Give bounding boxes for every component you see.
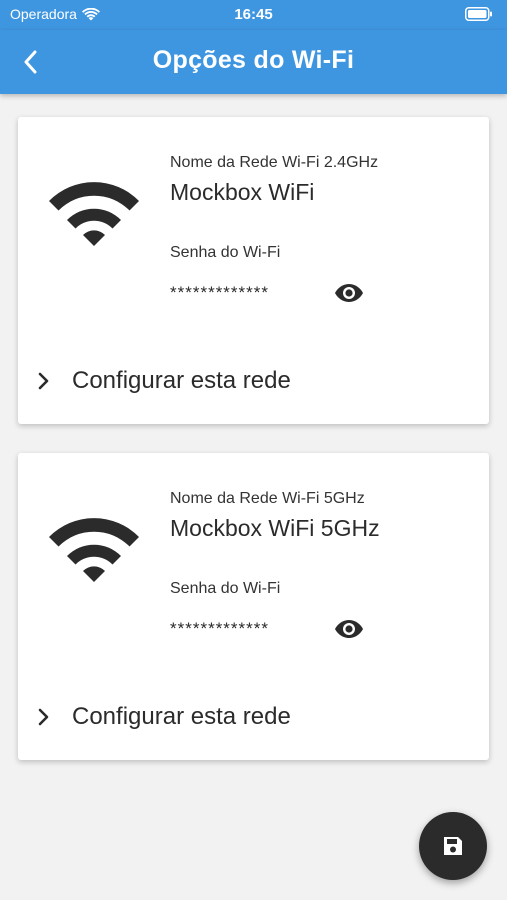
password-value: *************	[170, 283, 270, 302]
chevron-right-icon	[38, 708, 49, 726]
password-label: Senha do Wi-Fi	[170, 580, 281, 597]
configure-network-label: Configurar esta rede	[72, 703, 291, 730]
network-name-value: Mockbox WiFi	[170, 179, 315, 205]
eye-icon[interactable]	[334, 618, 364, 640]
configure-network-label: Configurar esta rede	[72, 367, 291, 394]
network-card-5ghz: Nome da Rede Wi-Fi 5GHz Mockbox WiFi 5GH…	[18, 453, 489, 760]
network-name-label: Nome da Rede Wi-Fi 2.4GHz	[170, 154, 379, 171]
save-icon	[444, 837, 462, 855]
status-time: 16:45	[234, 6, 273, 23]
save-button[interactable]	[419, 812, 487, 880]
eye-icon[interactable]	[334, 282, 364, 304]
password-value: *************	[170, 619, 270, 638]
network-card-2-4ghz: Nome da Rede Wi-Fi 2.4GHz Mockbox WiFi S…	[18, 117, 489, 424]
chevron-right-icon	[38, 372, 49, 390]
network-name-value: Mockbox WiFi 5GHz	[170, 515, 380, 541]
password-label: Senha do Wi-Fi	[170, 244, 281, 261]
battery-icon	[465, 7, 493, 24]
status-bar: Operadora 16:45	[0, 0, 507, 30]
app-bar: Opções do Wi-Fi	[0, 30, 507, 94]
configure-network-button[interactable]: Configurar esta rede	[36, 697, 466, 737]
configure-network-button[interactable]: Configurar esta rede	[36, 361, 466, 401]
page-title: Opções do Wi-Fi	[152, 46, 355, 74]
wifi-icon	[49, 182, 139, 246]
wifi-icon	[49, 518, 139, 582]
network-name-label: Nome da Rede Wi-Fi 5GHz	[170, 490, 365, 507]
